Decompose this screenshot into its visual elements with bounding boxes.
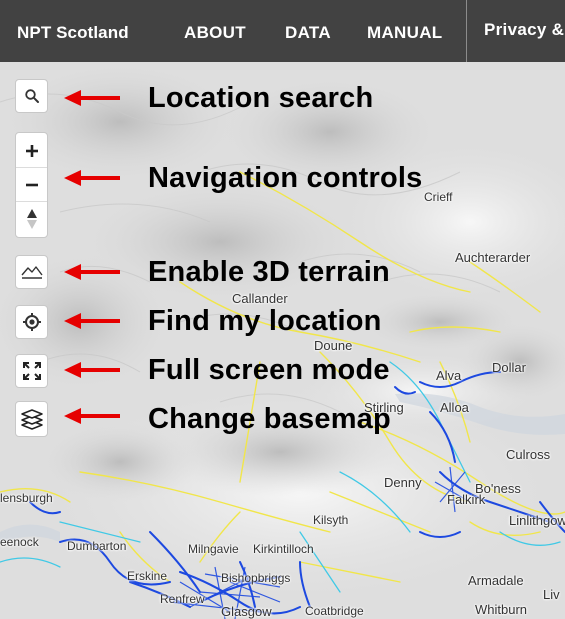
location-search-button[interactable]	[15, 79, 48, 113]
top-navigation-bar: NPT Scotland ABOUT DATA MANUAL Privacy &	[0, 0, 565, 62]
terrain-3d-button[interactable]	[15, 255, 48, 289]
nav-manual-link[interactable]: MANUAL	[367, 23, 442, 43]
compass-icon	[26, 209, 37, 229]
search-icon	[24, 89, 39, 103]
place-label-erskine: Erskine	[127, 569, 168, 583]
place-label-crieff: Crieff	[424, 190, 453, 204]
annotation-find-location: Find my location	[148, 305, 382, 337]
red-arrow-icon	[64, 362, 120, 378]
red-arrow-icon	[64, 170, 120, 186]
terrain-icon	[20, 266, 43, 279]
place-label-whitburn: Whitburn	[475, 602, 528, 617]
place-label-bishopbriggs: Bishopbriggs	[221, 571, 291, 585]
geolocate-button[interactable]	[15, 305, 48, 339]
place-label-livingston: Liv	[543, 587, 560, 602]
place-label-falkirk: Falkirk	[447, 492, 486, 507]
annotation-3d-terrain: Enable 3D terrain	[148, 256, 390, 288]
place-label-auchterarder: Auchterarder	[455, 250, 531, 265]
annotation-location-search: Location search	[148, 82, 374, 114]
zoom-in-button[interactable]	[16, 134, 47, 168]
map-terrain-layer	[0, 62, 565, 619]
annotation-full-screen: Full screen mode	[148, 354, 390, 386]
place-label-renfrew: Renfrew	[160, 592, 205, 606]
nav-data-link[interactable]: DATA	[285, 23, 331, 43]
red-arrow-icon	[64, 90, 120, 106]
place-label-doune: Doune	[314, 338, 353, 353]
plus-icon	[25, 144, 38, 157]
place-label-kirkintilloch: Kirkintilloch	[253, 542, 314, 556]
red-arrow-icon	[64, 408, 120, 424]
basemap-button[interactable]	[15, 401, 48, 437]
map-canvas[interactable]: Crieff Auchterarder Callander Doune Doll…	[0, 62, 565, 619]
minus-icon	[25, 183, 38, 186]
place-label-alloa: Alloa	[440, 400, 469, 415]
place-label-glasgow: Glasgow	[221, 604, 272, 619]
compass-button[interactable]	[16, 202, 47, 236]
place-label-kilsyth: Kilsyth	[313, 513, 349, 527]
navigation-control-group	[15, 132, 48, 238]
annotation-change-basemap: Change basemap	[148, 403, 391, 435]
place-label-culross: Culross	[506, 447, 551, 462]
place-label-milngavie: Milngavie	[188, 542, 239, 556]
annotation-navigation-controls: Navigation controls	[148, 162, 423, 194]
place-label-callander: Callander	[232, 291, 288, 306]
nav-about-link[interactable]: ABOUT	[184, 23, 246, 43]
place-label-helensburgh: lensburgh	[0, 491, 53, 505]
place-label-alva: Alva	[436, 368, 462, 383]
red-arrow-icon	[64, 264, 120, 280]
zoom-out-button[interactable]	[16, 168, 47, 202]
nav-divider	[466, 0, 467, 62]
fullscreen-button[interactable]	[15, 354, 48, 388]
place-label-dollar: Dollar	[492, 360, 526, 375]
nav-privacy-link[interactable]: Privacy &	[484, 20, 564, 40]
locate-icon	[22, 313, 41, 331]
place-label-dumbarton: Dumbarton	[67, 539, 127, 553]
brand-link[interactable]: NPT Scotland	[17, 23, 129, 43]
place-label-coatbridge: Coatbridge	[305, 604, 364, 618]
place-label-denny: Denny	[384, 475, 422, 490]
place-label-armadale: Armadale	[468, 573, 524, 588]
place-label-linlithgow: Linlithgow	[509, 513, 565, 528]
layers-icon	[20, 409, 43, 430]
red-arrow-icon	[64, 313, 120, 329]
fullscreen-icon	[22, 362, 41, 380]
place-label-greenock: eenock	[0, 535, 39, 549]
